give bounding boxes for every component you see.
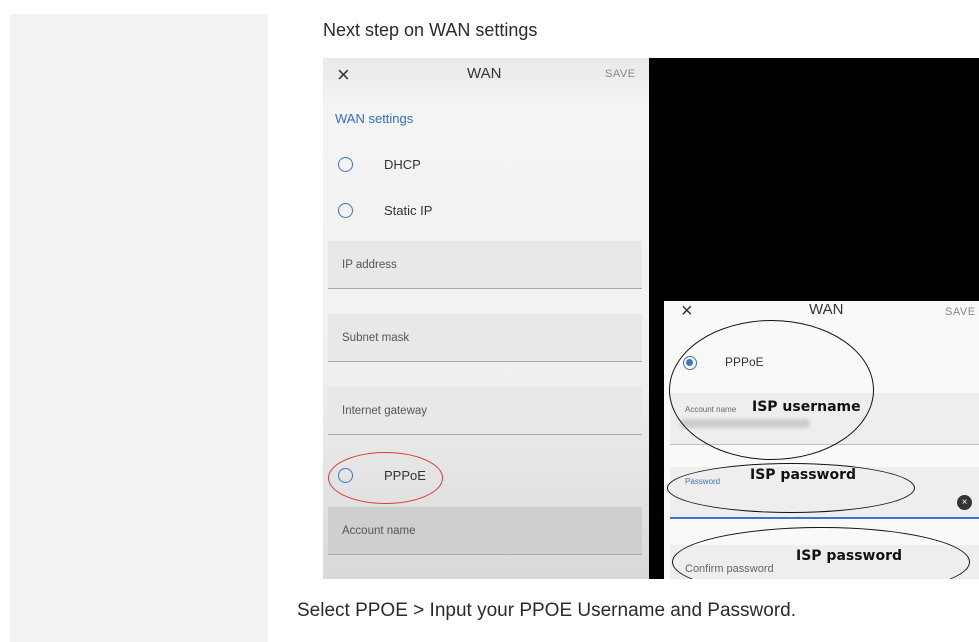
password-focus-underline	[670, 517, 979, 519]
dhcp-label: DHCP	[384, 157, 421, 172]
isp-password-annotation: ISP password	[750, 467, 857, 483]
pppoe-settings-screen: × WAN SAVE PPPoE Account name Password ×…	[664, 300, 979, 579]
subnet-mask-field[interactable]: Subnet mask	[328, 314, 642, 362]
account-name-label: Account name	[342, 525, 416, 537]
close-icon[interactable]: ×	[681, 300, 693, 323]
isp-username-annotation: ISP username	[752, 399, 861, 415]
save-button[interactable]: SAVE	[945, 306, 976, 318]
static-ip-label: Static IP	[384, 203, 433, 218]
screen-title: WAN	[467, 65, 502, 82]
dhcp-radio[interactable]	[338, 157, 353, 172]
section-title: WAN settings	[335, 111, 414, 126]
subnet-mask-label: Subnet mask	[342, 332, 410, 344]
pppoe-highlight-ellipse	[328, 452, 443, 504]
save-button[interactable]: SAVE	[605, 68, 636, 80]
static-ip-radio[interactable]	[338, 203, 353, 218]
instruction-screenshot: × WAN SAVE WAN settings DHCP Static IP I…	[323, 58, 979, 579]
internet-gateway-label: Internet gateway	[342, 405, 428, 417]
close-icon[interactable]: ×	[337, 62, 350, 88]
instruction-caption: Select PPOE > Input your PPOE Username a…	[297, 600, 796, 621]
page-heading: Next step on WAN settings	[323, 20, 538, 40]
wan-settings-screen: × WAN SAVE WAN settings DHCP Static IP I…	[323, 58, 649, 579]
ip-address-field[interactable]: IP address	[328, 241, 642, 289]
screen-title: WAN	[809, 301, 844, 318]
isp-password-confirm-annotation: ISP password	[790, 548, 909, 564]
account-name-field[interactable]: Account name	[328, 507, 642, 555]
ip-address-label: IP address	[342, 259, 397, 271]
clear-icon[interactable]: ×	[957, 495, 972, 510]
internet-gateway-field[interactable]: Internet gateway	[328, 387, 642, 435]
app-bar: × WAN SAVE	[323, 58, 649, 94]
username-annotation-ellipse	[669, 320, 874, 460]
left-sidebar	[10, 14, 268, 642]
app-bar: × WAN SAVE	[664, 300, 979, 327]
